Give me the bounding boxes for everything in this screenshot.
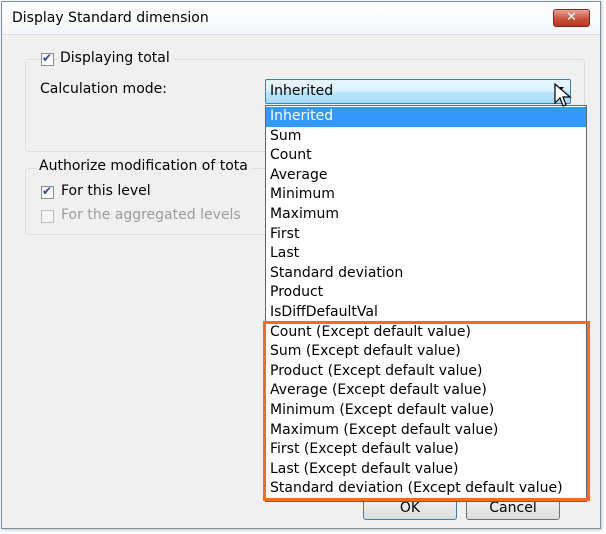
dropdown-option[interactable]: Standard deviation (Except default value… <box>266 479 586 499</box>
for-aggregated-levels-checkbox[interactable] <box>41 210 54 223</box>
dropdown-option[interactable]: Product (Except default value) <box>266 362 586 382</box>
dropdown-option[interactable]: Maximum (Except default value) <box>266 421 586 441</box>
for-this-level-label: For this level <box>61 183 151 199</box>
dropdown-option[interactable]: Maximum <box>266 205 586 225</box>
close-button[interactable]: ✕ <box>553 9 590 27</box>
for-aggregated-levels-label: For the aggregated levels <box>61 207 241 223</box>
calculation-mode-dropdown-list[interactable]: Inherited Sum Count Average Minimum Maximum Fi… <box>265 105 587 502</box>
dialog-title: Display Standard dimension <box>12 10 209 26</box>
dropdown-option[interactable]: IsDiffDefaultVal <box>266 303 586 323</box>
dropdown-option[interactable]: Last <box>266 244 586 264</box>
dropdown-option[interactable]: Average <box>266 166 586 186</box>
dropdown-option[interactable]: Minimum <box>266 185 586 205</box>
dropdown-option[interactable]: Count <box>266 146 586 166</box>
displaying-total-checkbox[interactable] <box>41 51 54 66</box>
close-icon: ✕ <box>566 10 577 25</box>
for-this-level-checkbox[interactable] <box>41 184 54 199</box>
dropdown-option[interactable]: First (Except default value) <box>266 440 586 460</box>
dropdown-option[interactable]: Average (Except default value) <box>266 381 586 401</box>
mouse-cursor-icon <box>554 83 572 107</box>
authorize-modification-legend: Authorize modification of tota <box>36 158 251 174</box>
dropdown-option[interactable]: Product <box>266 283 586 303</box>
dropdown-option[interactable]: Sum (Except default value) <box>266 342 586 362</box>
calculation-mode-label: Calculation mode: <box>40 81 167 97</box>
displaying-total-label: Displaying total <box>57 50 173 66</box>
title-bar: Display Standard dimension ✕ <box>2 2 600 35</box>
dropdown-option[interactable]: Standard deviation <box>266 264 586 284</box>
dropdown-option[interactable]: Count (Except default value) <box>266 323 586 343</box>
dropdown-option[interactable]: First <box>266 225 586 245</box>
dropdown-option[interactable]: Inherited <box>266 107 586 127</box>
dropdown-option[interactable]: Last (Except default value) <box>266 460 586 480</box>
calculation-mode-select[interactable]: Inherited <box>265 79 571 104</box>
calculation-mode-value: Inherited <box>270 83 334 99</box>
dropdown-option[interactable]: Minimum (Except default value) <box>266 401 586 421</box>
dropdown-option[interactable]: Sum <box>266 127 586 147</box>
